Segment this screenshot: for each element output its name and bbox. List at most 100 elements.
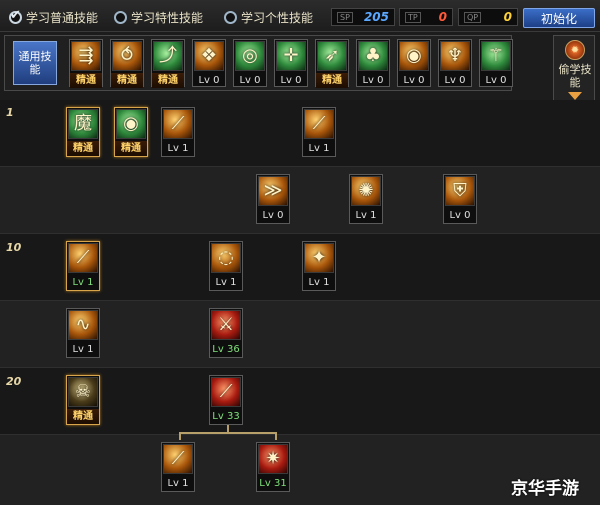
skill-glyph: ◉ xyxy=(123,113,139,134)
skill-level-label: 精通 xyxy=(152,73,184,88)
steal-skills-label: 偷学技能 xyxy=(558,63,592,89)
skill-slot[interactable]: ➶ 精通 xyxy=(315,39,349,88)
skill-slot[interactable]: ✛ Lv 0 xyxy=(274,39,308,87)
skill-slot[interactable]: ⟋ Lv 1 xyxy=(302,107,336,157)
skill-level-label: Lv 0 xyxy=(239,75,261,86)
slash-icon: ⟋ xyxy=(304,109,334,139)
skill-level-label: Lv 1 xyxy=(72,344,94,355)
skill-slot[interactable]: ⚔ Lv 36 xyxy=(209,308,243,358)
skill-glyph: ◎ xyxy=(242,45,258,66)
divider xyxy=(0,434,600,435)
slash-icon: ⟋ xyxy=(163,109,193,139)
skill-level-label: Lv 0 xyxy=(280,75,302,86)
dash-icon: ➶ xyxy=(317,41,347,71)
muscle-icon: ♆ xyxy=(440,41,470,71)
skill-slot[interactable]: ☠ 精通 xyxy=(66,375,100,425)
skill-glyph: ◉ xyxy=(406,45,422,66)
skill-level-label: Lv 0 xyxy=(362,75,384,86)
skill-glyph: ✺ xyxy=(358,180,374,201)
radio-icon xyxy=(224,10,237,24)
skill-slot[interactable]: 魔精通 xyxy=(66,107,100,157)
mushroom-icon: ♣ xyxy=(358,41,388,71)
skill-glyph: ✛ xyxy=(283,45,299,66)
spin-icon: ◌ xyxy=(211,243,241,273)
sp-value: 205 xyxy=(363,10,389,24)
eye-icon: ◉ xyxy=(399,41,429,71)
skill-glyph: ⛨ xyxy=(453,180,467,201)
skill-level-label: Lv 1 xyxy=(215,277,237,288)
skill-slot[interactable]: ⥀ 精通 xyxy=(110,39,144,88)
skill-slot[interactable]: ⟋ Lv 1 xyxy=(161,442,195,492)
skill-glyph: ⚔ xyxy=(217,314,235,335)
skill-level-label: Lv 0 xyxy=(444,75,466,86)
run-icon: ⇶ xyxy=(71,41,101,71)
skill-slot[interactable]: ⟋ Lv 33 xyxy=(209,375,243,425)
sp-counter: SP 205 xyxy=(331,8,395,26)
skill-slot[interactable]: ✦ Lv 1 xyxy=(302,241,336,291)
whirl-icon: ∿ xyxy=(68,310,98,340)
skill-slot[interactable]: ◎ Lv 0 xyxy=(233,39,267,87)
tab-normal-skills[interactable]: 学习普通技能 xyxy=(9,8,98,26)
skill-slot[interactable]: ❖ Lv 0 xyxy=(192,39,226,87)
skill-level-label: Lv 31 xyxy=(259,478,287,489)
eye-icon: ◉ xyxy=(116,109,146,139)
skill-slot[interactable]: ♣ Lv 0 xyxy=(356,39,390,87)
tab-label: 学习特性技能 xyxy=(131,10,204,25)
skill-level-label: Lv 0 xyxy=(485,75,507,86)
arrows-icon: ≫ xyxy=(258,176,288,206)
crosshair-icon: ✛ xyxy=(276,41,306,71)
skill-window: 学习普通技能 学习特性技能 学习个性技能 SP 205 TP 0 QP 0 初始… xyxy=(0,0,600,505)
skill-slot[interactable]: ✷ Lv 31 xyxy=(256,442,290,492)
tree-row xyxy=(0,167,600,233)
skill-level-label: Lv 0 xyxy=(449,210,471,221)
divider xyxy=(0,367,600,368)
blade-icon: ⚔ xyxy=(211,310,241,340)
level-label: 20 xyxy=(6,375,22,388)
tab-trait-skills[interactable]: 学习特性技能 xyxy=(114,8,203,26)
skill-level-label: 精通 xyxy=(316,73,348,88)
qp-counter: QP 0 xyxy=(458,8,518,26)
skill-slot[interactable]: ⟋ Lv 1 xyxy=(161,107,195,157)
level-label: 1 xyxy=(6,106,14,119)
skill-glyph: ◌ xyxy=(218,247,234,268)
common-skills-label[interactable]: 通用技能 xyxy=(13,41,57,85)
expand-down-icon[interactable] xyxy=(568,92,582,100)
slash-icon: ⟋ xyxy=(68,243,98,273)
wings-icon: ❖ xyxy=(194,41,224,71)
skill-slot[interactable]: ♆ Lv 0 xyxy=(438,39,472,87)
skill-slot[interactable]: ≫ Lv 0 xyxy=(256,174,290,224)
skill-tree: 1 10 20 魔精通 ◉ 精通 ⟋ Lv 1 ⟋ Lv 1 ≫ Lv 0 ✺ Lv 1 ⛨ Lv 0 ⟋… xyxy=(0,100,600,505)
skill-slot[interactable]: ⤴ 精通 xyxy=(151,39,185,88)
skill-slot[interactable]: ⟋ Lv 1 xyxy=(66,241,100,291)
skill-level-label: Lv 0 xyxy=(403,75,425,86)
skill-glyph: ⟋ xyxy=(76,247,90,268)
skill-slot[interactable]: ⇶ 精通 xyxy=(69,39,103,88)
skill-level-label: Lv 0 xyxy=(262,210,284,221)
skill-slot[interactable]: ◉ 精通 xyxy=(114,107,148,157)
skill-glyph: ☠ xyxy=(74,381,92,402)
skill-glyph: ✦ xyxy=(311,247,327,268)
phoenix-icon: ✦ xyxy=(304,243,334,273)
crouch-icon: ⥀ xyxy=(112,41,142,71)
skill-glyph: ⤴ xyxy=(159,45,177,66)
target-icon: ◎ xyxy=(235,41,265,71)
skill-glyph: ⟋ xyxy=(312,113,326,134)
tab-personal-skills[interactable]: 学习个性技能 xyxy=(224,8,313,26)
skill-slot[interactable]: ⛨ Lv 0 xyxy=(443,174,477,224)
reset-button[interactable]: 初始化 xyxy=(523,8,595,28)
climb-icon: ⚚ xyxy=(481,41,511,71)
skill-slot[interactable]: ◉ Lv 0 xyxy=(397,39,431,87)
skill-slot[interactable]: ◌ Lv 1 xyxy=(209,241,243,291)
tree-row xyxy=(0,435,600,505)
divider xyxy=(0,166,600,167)
skill-slot[interactable]: ✺ Lv 1 xyxy=(349,174,383,224)
steal-skills-panel[interactable]: ✹ 偷学技能 xyxy=(553,35,595,103)
skill-glyph: ♣ xyxy=(364,45,382,66)
skill-slot[interactable]: ∿ Lv 1 xyxy=(66,308,100,358)
divider xyxy=(0,233,600,234)
tp-value: 0 xyxy=(438,10,447,24)
skill-slot[interactable]: ⚚ Lv 0 xyxy=(479,39,513,87)
tab-label: 学习个性技能 xyxy=(241,10,314,25)
tree-connector xyxy=(275,432,277,440)
skill-glyph: ≫ xyxy=(263,180,283,201)
